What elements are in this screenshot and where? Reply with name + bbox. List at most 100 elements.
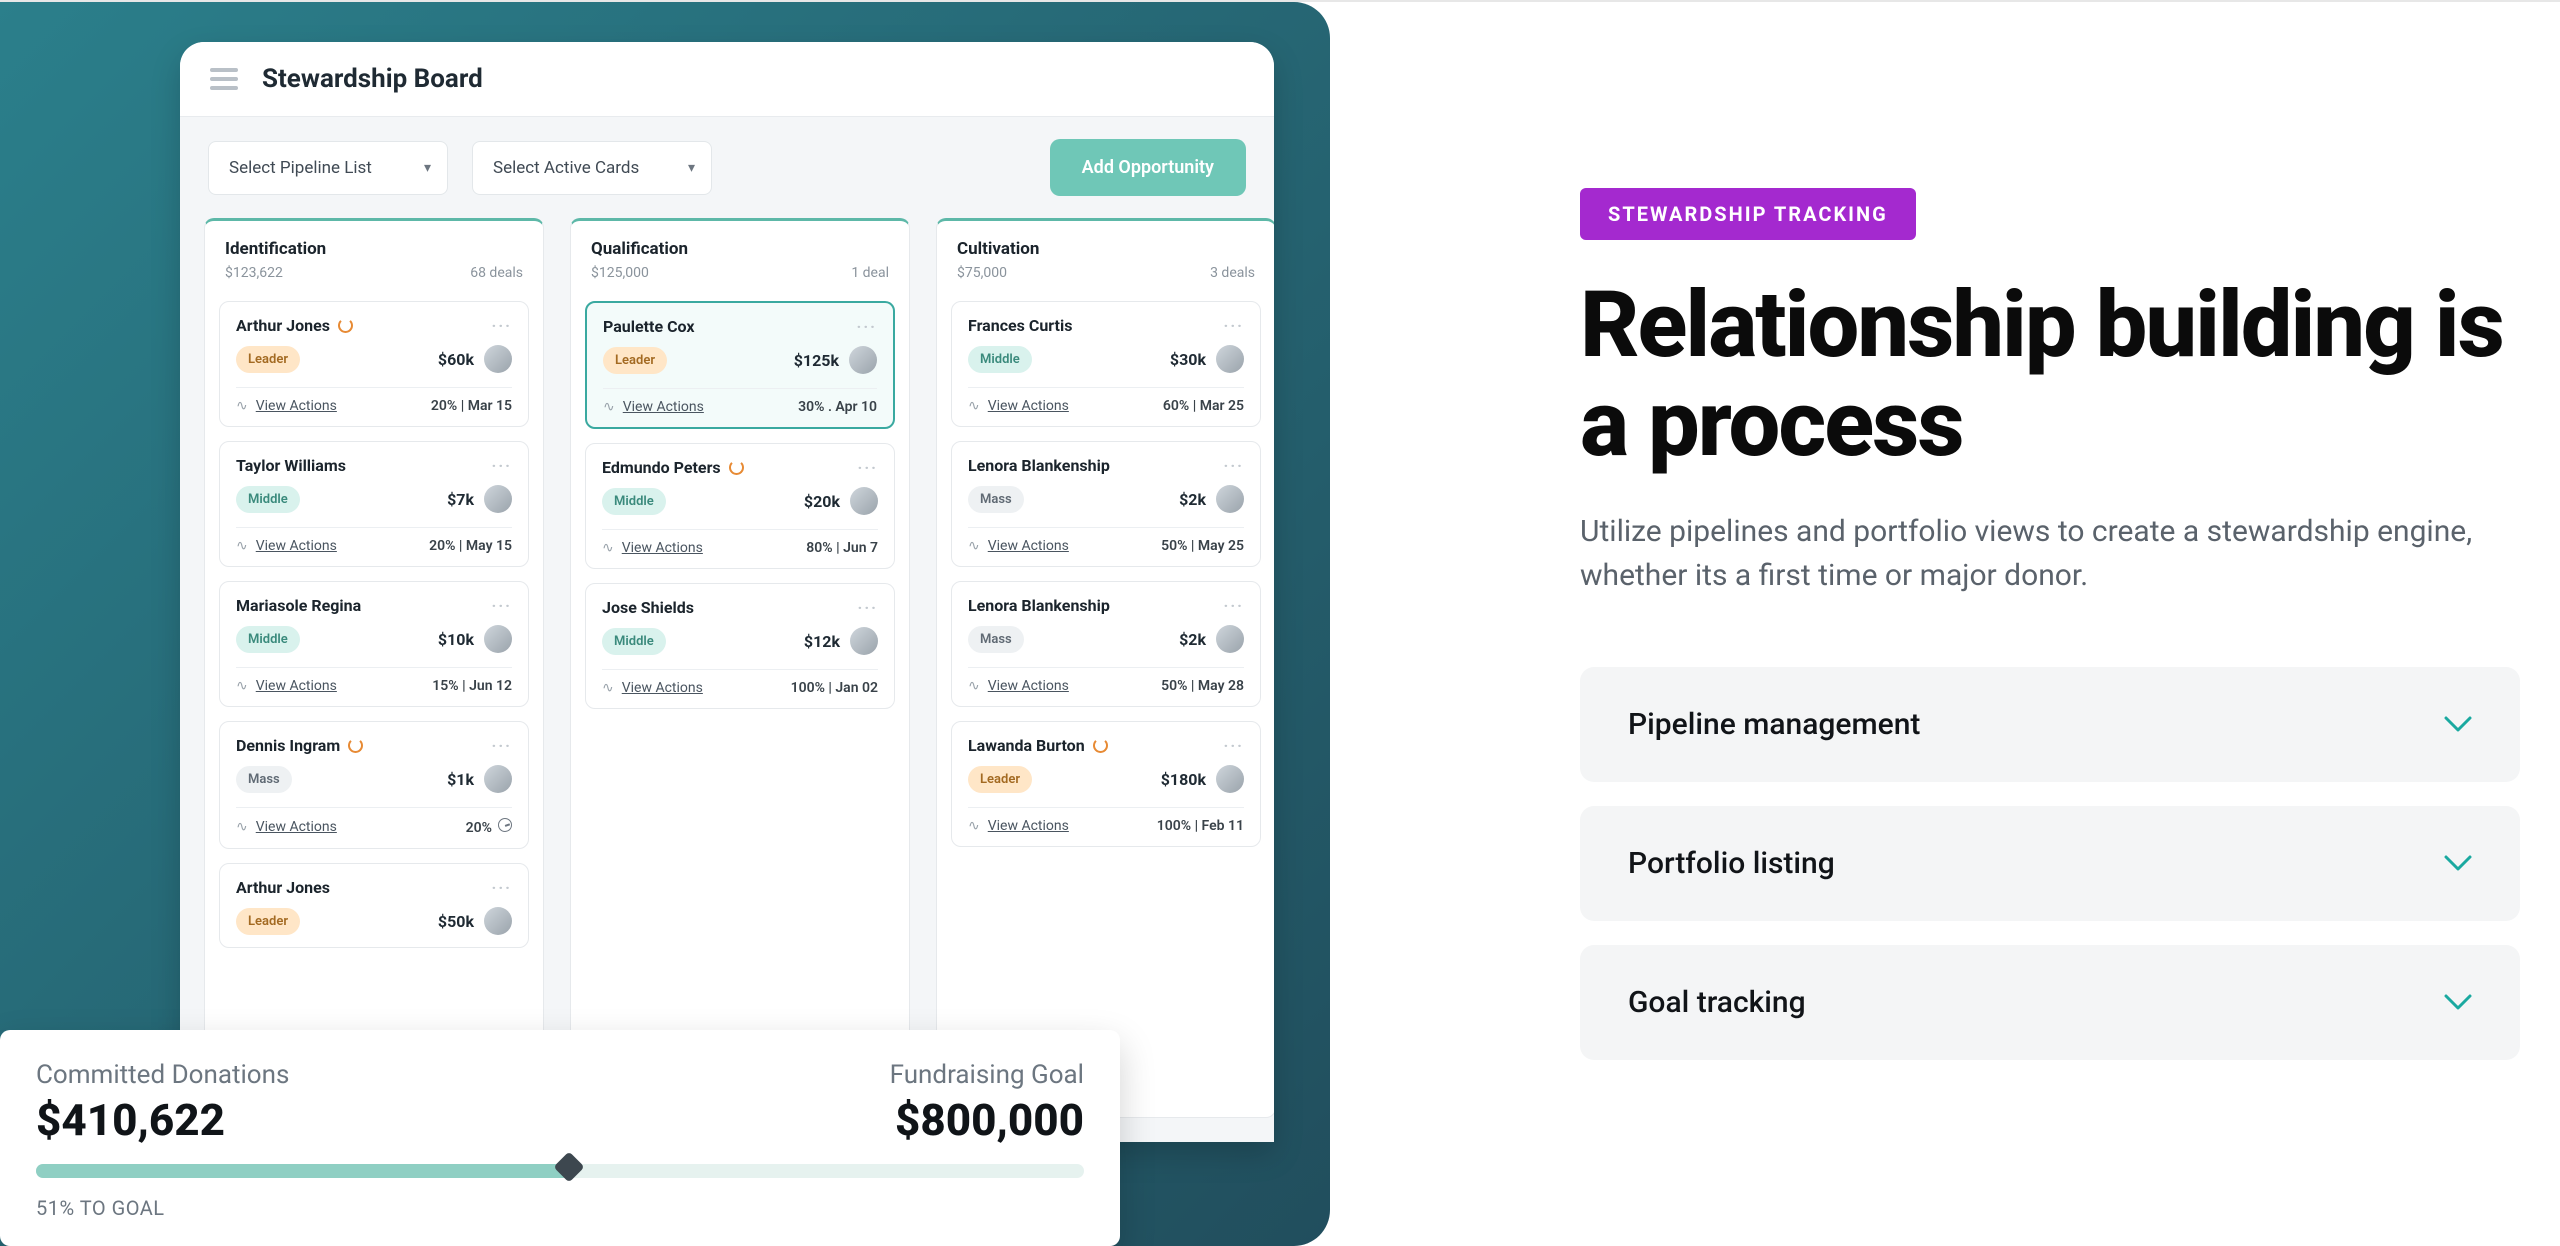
segment-tag: Middle (236, 486, 300, 513)
column-amount: $75,000 (957, 265, 1007, 281)
segment-tag: Leader (968, 766, 1032, 793)
view-actions-link[interactable]: View Actions (988, 538, 1069, 554)
card-name: Lenora Blankenship (968, 456, 1110, 475)
accordion-label: Pipeline management (1628, 707, 1920, 742)
card-menu-icon[interactable]: ··· (492, 736, 512, 755)
card-menu-icon[interactable]: ··· (858, 458, 878, 477)
app-title: Stewardship Board (262, 64, 483, 94)
view-actions-link[interactable]: View Actions (623, 399, 704, 415)
progress-pct-label: 51% TO GOAL (36, 1196, 1084, 1220)
card-name: Frances Curtis (968, 316, 1072, 335)
status-ring-icon (338, 318, 353, 333)
view-actions-link[interactable]: View Actions (256, 538, 337, 554)
status-ring-icon (348, 738, 363, 753)
card-progress: 50% | May 28 (1161, 678, 1244, 694)
chevron-down-icon: ▾ (688, 160, 695, 176)
opportunity-card[interactable]: Arthur Jones ··· Leader $60k ∿ View Acti… (219, 301, 529, 427)
accordion-item[interactable]: Portfolio listing (1580, 806, 2520, 921)
card-menu-icon[interactable]: ··· (857, 317, 877, 336)
view-actions-link[interactable]: View Actions (256, 678, 337, 694)
opportunity-card[interactable]: Lenora Blankenship ··· Mass $2k ∿ View A… (951, 441, 1261, 567)
card-menu-icon[interactable]: ··· (858, 598, 878, 617)
card-menu-icon[interactable]: ··· (492, 878, 512, 897)
kanban-column: Cultivation $75,000 3 deals Frances Curt… (936, 218, 1274, 1118)
view-actions-link[interactable]: View Actions (256, 819, 337, 835)
accordion-item[interactable]: Goal tracking (1580, 945, 2520, 1060)
opportunity-card[interactable]: Dennis Ingram ··· Mass $1k ∿ View Action… (219, 721, 529, 849)
card-menu-icon[interactable]: ··· (1224, 736, 1244, 755)
avatar (850, 627, 878, 655)
menu-icon[interactable] (210, 68, 238, 90)
activity-icon: ∿ (236, 819, 248, 835)
segment-tag: Mass (968, 626, 1024, 653)
card-amount: $180k (1161, 770, 1206, 789)
card-progress: 20% | Mar 15 (431, 398, 512, 414)
card-name: Arthur Jones (236, 878, 330, 897)
opportunity-card[interactable]: Edmundo Peters ··· Middle $20k ∿ View Ac… (585, 443, 895, 569)
card-menu-icon[interactable]: ··· (492, 316, 512, 335)
pipeline-select-label: Select Pipeline List (229, 158, 372, 178)
card-amount: $2k (1179, 490, 1206, 509)
opportunity-card[interactable]: Arthur Jones ··· Leader $50k (219, 863, 529, 948)
card-menu-icon[interactable]: ··· (492, 596, 512, 615)
card-progress: 20% | May 15 (429, 538, 512, 554)
activity-icon: ∿ (968, 818, 980, 834)
clock-icon (498, 818, 512, 832)
opportunity-card[interactable]: Jose Shields ··· Middle $12k ∿ View Acti… (585, 583, 895, 709)
card-progress: 100% | Jan 02 (791, 680, 878, 696)
card-name: Dennis Ingram (236, 736, 340, 755)
card-menu-icon[interactable]: ··· (1224, 456, 1244, 475)
segment-tag: Middle (236, 626, 300, 653)
committed-label: Committed Donations (36, 1060, 289, 1090)
progress-bar[interactable] (36, 1164, 1084, 1178)
view-actions-link[interactable]: View Actions (988, 398, 1069, 414)
card-amount: $30k (1170, 350, 1206, 369)
opportunity-card[interactable]: Mariasole Regina ··· Middle $10k ∿ View … (219, 581, 529, 707)
card-menu-icon[interactable]: ··· (1224, 316, 1244, 335)
card-progress: 30% . Apr 10 (798, 399, 877, 415)
view-actions-link[interactable]: View Actions (256, 398, 337, 414)
active-cards-select[interactable]: Select Active Cards ▾ (472, 141, 712, 195)
card-menu-icon[interactable]: ··· (492, 456, 512, 475)
view-actions-link[interactable]: View Actions (622, 680, 703, 696)
opportunity-card[interactable]: Lawanda Burton ··· Leader $180k ∿ View A… (951, 721, 1261, 847)
avatar (484, 625, 512, 653)
segment-tag: Middle (602, 628, 666, 655)
segment-tag: Leader (603, 347, 667, 374)
status-ring-icon (729, 460, 744, 475)
accordion: Pipeline management Portfolio listing Go… (1580, 667, 2520, 1060)
goal-value: $800,000 (890, 1094, 1084, 1146)
view-actions-link[interactable]: View Actions (988, 678, 1069, 694)
card-progress: 15% | Jun 12 (432, 678, 512, 694)
active-cards-select-label: Select Active Cards (493, 158, 639, 178)
card-amount: $125k (794, 351, 839, 370)
avatar (484, 765, 512, 793)
opportunity-card[interactable]: Frances Curtis ··· Middle $30k ∿ View Ac… (951, 301, 1261, 427)
card-name: Edmundo Peters (602, 458, 721, 477)
chevron-down-icon (2444, 847, 2472, 880)
opportunity-card[interactable]: Paulette Cox ··· Leader $125k ∿ View Act… (585, 301, 895, 429)
activity-icon: ∿ (236, 678, 248, 694)
pipeline-select[interactable]: Select Pipeline List ▾ (208, 141, 448, 195)
card-amount: $12k (804, 632, 840, 651)
view-actions-link[interactable]: View Actions (988, 818, 1069, 834)
opportunity-card[interactable]: Lenora Blankenship ··· Mass $2k ∿ View A… (951, 581, 1261, 707)
subheadline: Utilize pipelines and portfolio views to… (1580, 510, 2520, 597)
card-amount: $10k (438, 630, 474, 649)
avatar (1216, 345, 1244, 373)
segment-tag: Leader (236, 346, 300, 373)
card-progress: 20% (466, 818, 512, 836)
avatar (1216, 765, 1244, 793)
activity-icon: ∿ (236, 398, 248, 414)
accordion-label: Goal tracking (1628, 985, 1806, 1020)
card-amount: $50k (438, 912, 474, 931)
opportunity-card[interactable]: Taylor Williams ··· Middle $7k ∿ View Ac… (219, 441, 529, 567)
card-name: Lenora Blankenship (968, 596, 1110, 615)
avatar (484, 485, 512, 513)
status-ring-icon (1093, 738, 1108, 753)
card-menu-icon[interactable]: ··· (1224, 596, 1244, 615)
add-opportunity-button[interactable]: Add Opportunity (1050, 139, 1246, 196)
accordion-item[interactable]: Pipeline management (1580, 667, 2520, 782)
view-actions-link[interactable]: View Actions (622, 540, 703, 556)
chevron-down-icon (2444, 708, 2472, 741)
